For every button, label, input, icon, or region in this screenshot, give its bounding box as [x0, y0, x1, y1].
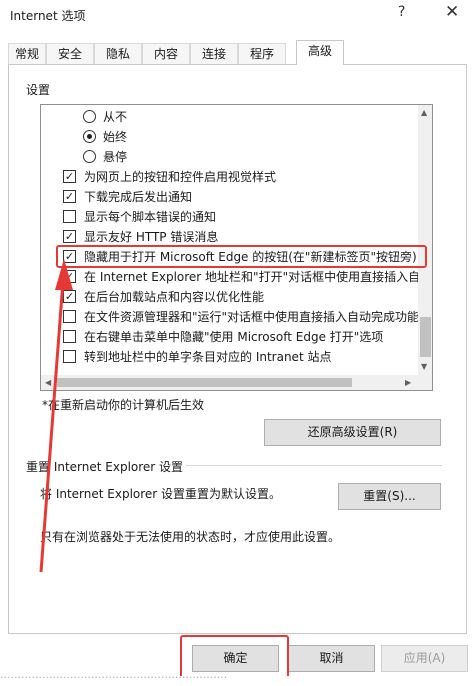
scroll-down-icon[interactable]: ▼: [421, 362, 427, 371]
checkbox-friendly-http[interactable]: ✓: [63, 230, 76, 243]
tab-connections[interactable]: 连接: [190, 43, 238, 65]
checkbox-visual-styles[interactable]: ✓: [63, 170, 76, 183]
checkbox-hide-edge-context[interactable]: [63, 330, 76, 343]
checkbox-download-notify[interactable]: ✓: [63, 190, 76, 203]
scroll-up-icon[interactable]: ▲: [421, 108, 427, 117]
reset-button[interactable]: 重置(S)...: [338, 483, 441, 510]
title-bar: Internet 选项 ? ✕: [0, 0, 475, 30]
tab-security[interactable]: 安全: [46, 43, 94, 65]
scroll-corner: [418, 375, 432, 390]
radio-always[interactable]: [83, 130, 96, 143]
tab-general[interactable]: 常规: [8, 43, 46, 65]
checkbox-script-errors[interactable]: [63, 210, 76, 223]
radio-hover[interactable]: [83, 150, 96, 163]
close-button[interactable]: ✕: [445, 2, 459, 22]
reset-note: 只有在浏览器处于无法使用的状态时，才应使用此设置。: [40, 530, 341, 544]
settings-group-label: 设置: [26, 83, 51, 97]
scroll-left-icon[interactable]: ◀: [45, 378, 51, 387]
vertical-scrollbar[interactable]: ▲ ▼: [418, 105, 432, 375]
tab-privacy[interactable]: 隐私: [94, 43, 142, 65]
help-button[interactable]: ?: [398, 4, 405, 20]
settings-list[interactable]: 从不 始终 悬停 ✓ 为网页上的按钮和控件启用视觉样式 ✓ 下载完成后发出通知 …: [40, 104, 433, 391]
checkbox-hide-edge-button[interactable]: ✓: [63, 250, 76, 263]
scroll-right-icon[interactable]: ▶: [405, 378, 411, 387]
checkbox-inline-autocomplete-ie[interactable]: ✓: [63, 270, 76, 283]
background-strip: ········································…: [0, 676, 475, 686]
group-divider: [186, 465, 442, 466]
tab-programs[interactable]: 程序: [238, 43, 286, 65]
horizontal-scrollbar[interactable]: ◀ ▶: [41, 375, 418, 390]
ok-button[interactable]: 确定: [192, 645, 279, 672]
tab-content[interactable]: 内容: [142, 43, 190, 65]
restart-note: *在重新启动你的计算机后生效: [42, 398, 205, 412]
reset-group-label: 重置 Internet Explorer 设置: [26, 460, 184, 474]
window-title: Internet 选项: [10, 9, 86, 23]
reset-description: 将 Internet Explorer 设置重置为默认设置。: [40, 487, 282, 501]
checkbox-inline-autocomplete-explorer[interactable]: [63, 310, 76, 323]
checkbox-background-load[interactable]: ✓: [63, 290, 76, 303]
checkbox-intranet-single-word[interactable]: [63, 350, 76, 363]
cancel-button[interactable]: 取消: [288, 645, 375, 672]
horizontal-scroll-thumb[interactable]: [57, 378, 352, 387]
vertical-scroll-thumb[interactable]: [420, 317, 431, 357]
tab-advanced[interactable]: 高级: [296, 40, 344, 65]
restore-advanced-button[interactable]: 还原高级设置(R): [264, 419, 441, 446]
radio-never[interactable]: [83, 110, 96, 123]
apply-button[interactable]: 应用(A): [381, 645, 468, 672]
